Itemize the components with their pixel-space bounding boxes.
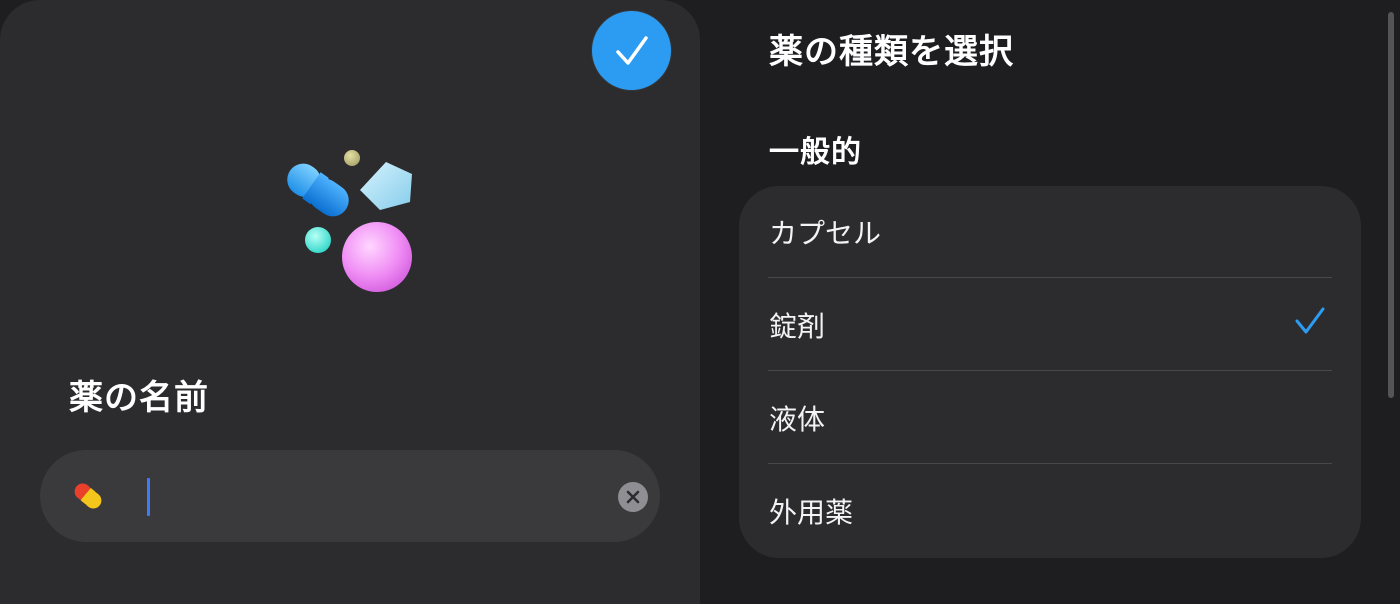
medication-name-heading: 薬の名前 bbox=[69, 378, 209, 418]
done-button[interactable] bbox=[592, 11, 671, 90]
clear-x-icon bbox=[626, 490, 640, 504]
divider bbox=[768, 277, 1332, 278]
option-capsule[interactable]: カプセル bbox=[739, 186, 1361, 279]
option-label: 外用薬 bbox=[769, 496, 854, 529]
medication-name-sheet: 薬の名前 bbox=[0, 0, 700, 604]
medication-type-panel: 薬の種類を選択 一般的 カプセル 錠剤 液体 外用薬 bbox=[700, 0, 1400, 604]
checkmark-icon bbox=[615, 35, 648, 65]
medication-name-input[interactable] bbox=[152, 470, 632, 522]
option-liquid[interactable]: 液体 bbox=[739, 372, 1361, 465]
option-topical[interactable]: 外用薬 bbox=[739, 465, 1361, 558]
medication-type-list: カプセル 錠剤 液体 外用薬 bbox=[739, 186, 1361, 558]
pill-emoji-icon bbox=[74, 483, 102, 509]
medications-illustration-icon bbox=[287, 150, 412, 292]
divider bbox=[768, 370, 1332, 371]
section-heading-common: 一般的 bbox=[769, 135, 862, 170]
divider bbox=[768, 463, 1332, 464]
medication-type-heading: 薬の種類を選択 bbox=[769, 32, 1014, 72]
option-label: 錠剤 bbox=[769, 310, 826, 343]
option-label: 液体 bbox=[769, 403, 826, 436]
text-caret bbox=[147, 478, 150, 516]
clear-button[interactable] bbox=[618, 482, 648, 512]
option-tablet[interactable]: 錠剤 bbox=[739, 279, 1361, 372]
checkmark-icon bbox=[1295, 307, 1325, 334]
app-root: 薬の名前 薬の種類を選択 一般的 カプセル 錠剤 液体 外用薬 bbox=[0, 0, 1400, 604]
scrollbar[interactable] bbox=[1388, 12, 1394, 398]
option-label: カプセル bbox=[769, 217, 882, 250]
medication-name-field[interactable] bbox=[40, 450, 660, 542]
